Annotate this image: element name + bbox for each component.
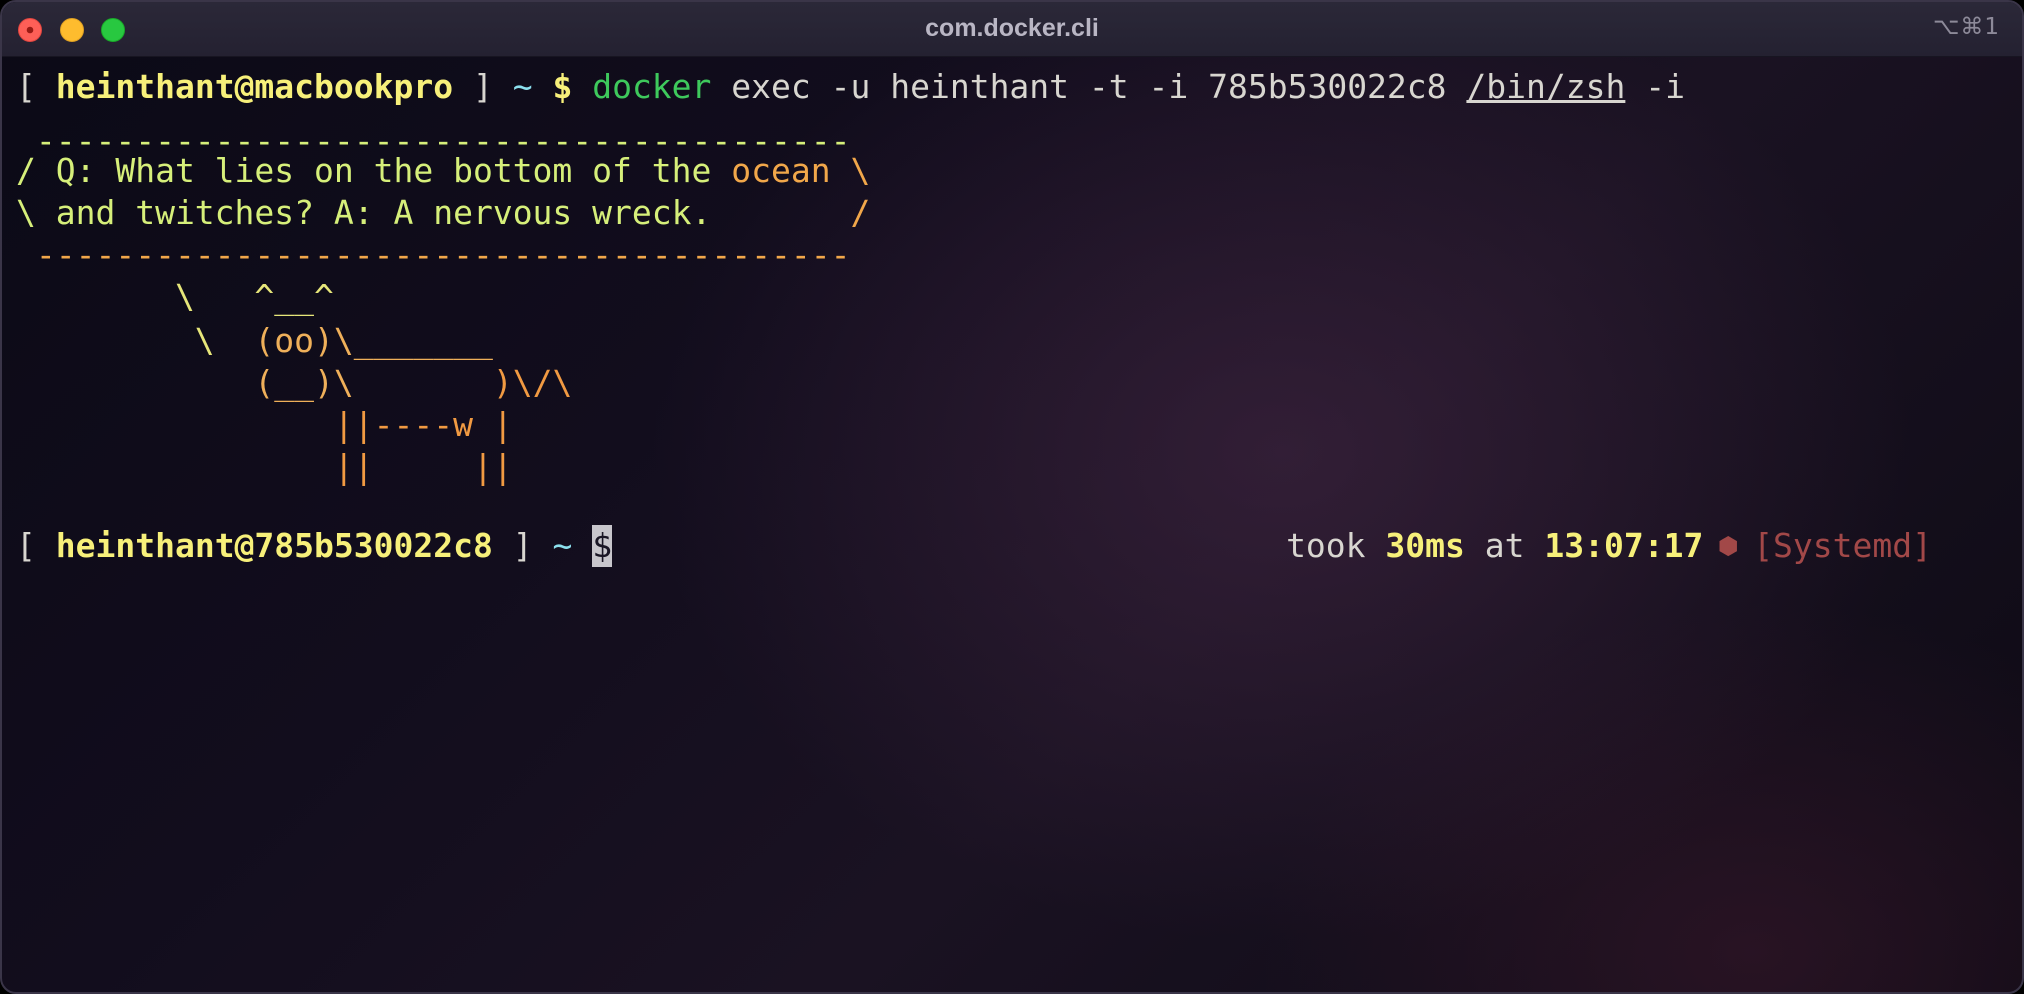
fortune-line-2-b: /: [711, 193, 871, 232]
command-args: exec -u heinthant -t -i 785b530022c8: [711, 67, 1467, 106]
cow-line-1: \ ^__^: [16, 277, 334, 316]
cow-line-5: || ||: [16, 447, 513, 486]
fortune-line-1-a: / Q: What lies on the bottom of the: [16, 151, 732, 190]
window-title: com.docker.cli: [925, 14, 1099, 42]
cow-line-2: \ (oo)\_______: [16, 320, 493, 362]
cow-line-3-a: (__)\: [16, 363, 354, 402]
right-prompt-status: took 30ms at 13:07:17 ⬢ [Systemd]: [1286, 525, 1932, 567]
fortune-line-2: \ and twitches? A: A nervous wreck. /: [16, 192, 870, 234]
command-args-tail: -i: [1625, 67, 1685, 106]
terminal-window: com.docker.cli ⌥⌘1 [ heinthant@macbookpr…: [0, 0, 2024, 994]
prompt-cursor[interactable]: $: [592, 525, 613, 567]
cow-line-3: (__)\ )\/\: [16, 362, 572, 404]
prompt-dollar: $: [532, 67, 593, 106]
cow-line-2-a: \: [16, 321, 255, 360]
cow-line-2-b: (oo)\_______: [254, 321, 493, 360]
bracket-close: ]: [453, 67, 513, 106]
shell-path-link[interactable]: /bin/zsh: [1466, 67, 1625, 106]
fortune-line-1: / Q: What lies on the bottom of the ocea…: [16, 150, 870, 192]
title-bar[interactable]: com.docker.cli ⌥⌘1: [2, 2, 2022, 57]
prompt-line-2: [ heinthant@785b530022c8 ] ~ $: [16, 525, 613, 567]
at-label: at: [1464, 526, 1545, 565]
hexagon-icon: ⬢: [1703, 532, 1754, 560]
cow-line-4: ||----w |: [16, 405, 513, 444]
user-host-2: heinthant@785b530022c8: [55, 526, 493, 565]
bracket-open-2: [: [16, 526, 56, 565]
fortune-line-1-b: ocean \: [731, 151, 871, 190]
context-label: [Systemd]: [1753, 526, 1932, 565]
fortune-bottom-border: ----------------------------------------…: [16, 235, 851, 274]
bracket-open: [: [16, 67, 56, 106]
window-shortcut: ⌥⌘1: [1932, 14, 2000, 40]
cow-line-3-b: )\/\: [353, 363, 573, 402]
cwd-tilde-2: ~: [552, 526, 573, 565]
user-host: heinthant@macbookpro: [55, 67, 454, 106]
cwd-tilde: ~: [512, 67, 533, 106]
prompt-line-1: [ heinthant@macbookpro ] ~ $ docker exec…: [16, 66, 1685, 108]
took-label: took: [1286, 526, 1386, 565]
time-value: 13:07:17: [1544, 526, 1704, 565]
fortune-line-2-a: \ and twitches? A: A nervous wreck.: [16, 193, 712, 232]
bracket-close-2: ]: [492, 526, 553, 565]
duration-value: 30ms: [1385, 526, 1465, 565]
command-name: docker: [592, 67, 712, 106]
